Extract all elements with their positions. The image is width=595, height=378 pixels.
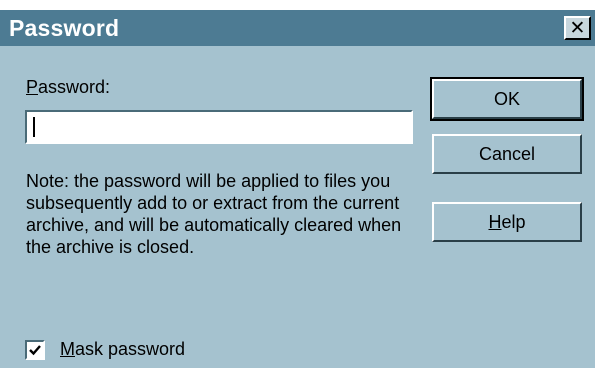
help-button-text: elp: [501, 211, 526, 232]
mask-password-label[interactable]: Mask password: [60, 339, 185, 360]
password-label: Password:: [26, 77, 110, 98]
help-button[interactable]: Help: [432, 202, 582, 242]
ok-button[interactable]: OK: [430, 77, 584, 121]
title-bar[interactable]: Password ✕: [0, 10, 595, 46]
password-label-mnemonic: P: [26, 77, 39, 97]
checkmark-icon: [29, 345, 41, 356]
close-button[interactable]: ✕: [564, 16, 591, 40]
password-note: Note: the password will be applied to fi…: [26, 171, 402, 257]
dialog-title: Password: [9, 15, 120, 41]
text-caret: [33, 117, 35, 137]
password-input[interactable]: [25, 110, 413, 144]
password-dialog: Password ✕ Password: Note: the password …: [0, 10, 595, 368]
mask-label-mnemonic: M: [60, 339, 75, 359]
help-button-mnemonic: H: [488, 211, 502, 232]
password-label-text: assword:: [38, 77, 111, 97]
mask-password-checkbox[interactable]: [25, 340, 45, 360]
cancel-button[interactable]: Cancel: [432, 134, 582, 174]
close-icon: ✕: [569, 17, 586, 39]
mask-label-text: ask password: [75, 339, 186, 359]
